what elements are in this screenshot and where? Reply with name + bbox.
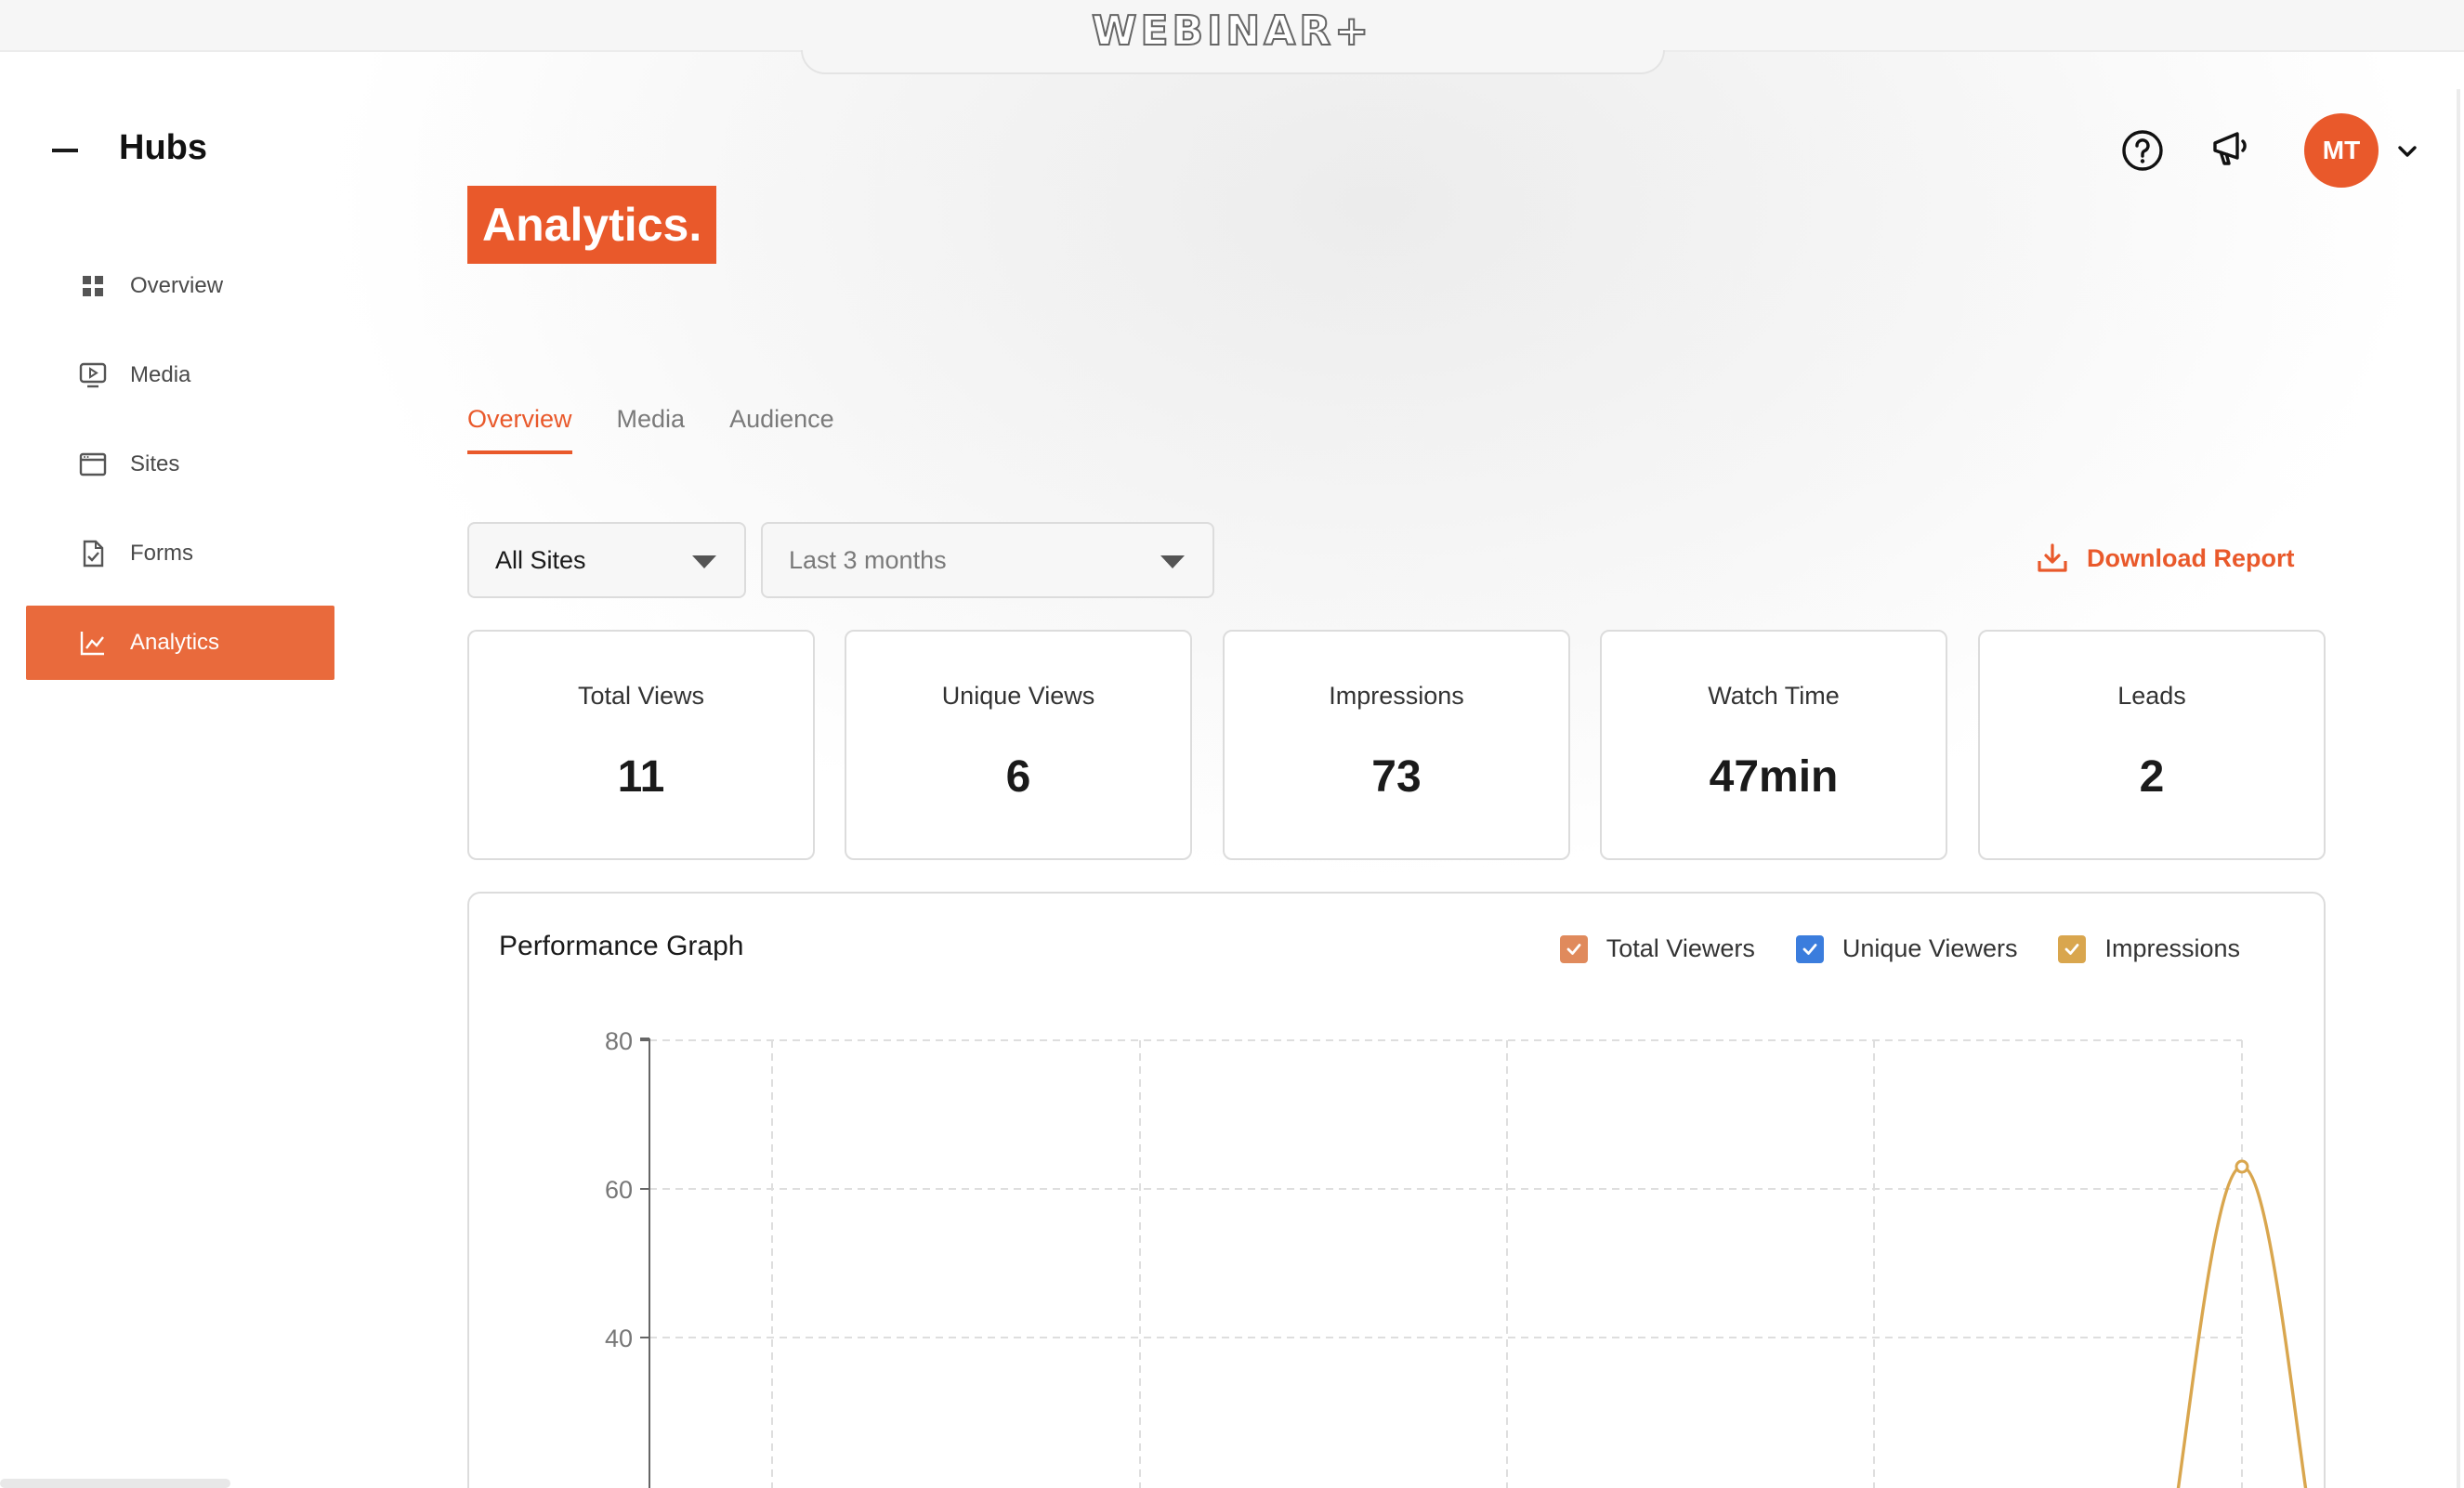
sidebar-item-label: Analytics (130, 630, 220, 655)
caret-down-icon (692, 555, 716, 568)
sidebar-nav: Overview Media Sites Forms Analytics (26, 249, 334, 695)
y-tick-label: 60 (605, 1176, 633, 1204)
stat-value: 6 (1005, 752, 1031, 802)
sidebar-item-analytics[interactable]: Analytics (26, 606, 334, 680)
tab-audience[interactable]: Audience (729, 405, 834, 454)
sidebar-item-media[interactable]: Media (26, 338, 334, 412)
y-tick-label: 40 (605, 1325, 633, 1352)
chevron-down-icon[interactable] (2395, 139, 2419, 163)
stat-label: Impressions (1329, 682, 1464, 710)
sidebar-item-label: Sites (130, 451, 180, 476)
stat-card-watch-time: Watch Time 47min (1600, 630, 1947, 860)
stat-label: Unique Views (941, 682, 1095, 710)
download-icon (2037, 542, 2068, 574)
sidebar-item-label: Forms (130, 541, 193, 566)
stat-value: 2 (2139, 752, 2165, 802)
user-avatar[interactable]: MT (2304, 113, 2379, 188)
y-tick-label: 80 (605, 1027, 633, 1055)
media-icon (78, 360, 108, 390)
browser-icon (78, 450, 108, 479)
download-report-label: Download Report (2087, 543, 2295, 572)
collapse-sidebar-button[interactable] (52, 149, 78, 152)
date-range-value: Last 3 months (789, 545, 947, 574)
data-point-impressions (2235, 1159, 2249, 1174)
sidebar-item-overview[interactable]: Overview (26, 249, 334, 323)
sidebar-item-label: Media (130, 362, 191, 387)
sidebar-item-label: Overview (130, 273, 224, 298)
stat-card-leads: Leads 2 (1978, 630, 2326, 860)
tab-overview[interactable]: Overview (467, 405, 572, 454)
stat-label: Total Views (577, 682, 705, 710)
page-title: Analytics. (467, 186, 717, 264)
form-icon (78, 539, 108, 568)
stat-card-impressions: Impressions 73 (1223, 630, 1570, 860)
stat-label: Watch Time (1708, 682, 1840, 710)
analytics-tabs: Overview Media Audience (467, 405, 879, 454)
megaphone-icon[interactable] (2211, 128, 2252, 169)
sidebar-item-sites[interactable]: Sites (26, 427, 334, 502)
performance-line-chart: 40 60 80 (605, 1027, 2308, 1488)
stat-value: 73 (1371, 752, 1422, 802)
date-range-select[interactable]: Last 3 months (761, 522, 1214, 598)
grid-icon (78, 271, 108, 301)
site-select-value: All Sites (495, 545, 586, 574)
sidebar-title: Hubs (119, 128, 207, 167)
stat-card-total-views: Total Views 11 (467, 630, 815, 860)
app-logo: WEBINAR+ (1091, 7, 1373, 56)
sidebar-item-forms[interactable]: Forms (26, 516, 334, 591)
stat-value: 47min (1709, 752, 1839, 802)
caret-down-icon (1160, 555, 1185, 568)
stat-value: 11 (617, 752, 665, 802)
chart-icon (78, 628, 108, 658)
site-select[interactable]: All Sites (467, 522, 746, 598)
vertical-scrollbar[interactable] (2457, 89, 2460, 1488)
download-report-button[interactable]: Download Report (2037, 542, 2295, 574)
tab-media[interactable]: Media (617, 405, 686, 454)
performance-graph-card: Performance Graph Total Viewers Unique V… (467, 892, 2326, 1488)
stat-card-unique-views: Unique Views 6 (845, 630, 1192, 860)
stat-label: Leads (2117, 682, 2186, 710)
help-icon[interactable] (2120, 128, 2165, 173)
horizontal-scrollbar[interactable] (0, 1479, 230, 1488)
